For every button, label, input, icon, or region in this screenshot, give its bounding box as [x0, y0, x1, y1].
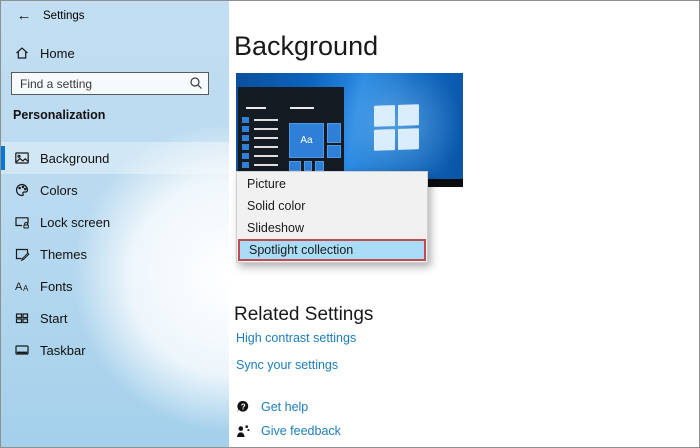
background-type-dropdown: Picture Solid color Slideshow Spotlight …: [236, 171, 428, 263]
dropdown-option-solid-color[interactable]: Solid color: [237, 195, 427, 217]
search-icon: [190, 77, 202, 89]
sidebar-item-label: Taskbar: [40, 342, 86, 358]
sidebar-item-home[interactable]: Home: [1, 41, 229, 65]
fonts-icon: A A: [15, 281, 29, 293]
dropdown-option-spotlight-collection[interactable]: Spotlight collection: [238, 239, 426, 261]
back-button[interactable]: ←: [13, 6, 35, 26]
sidebar-item-label: Themes: [40, 246, 87, 262]
windows-logo-icon: [374, 104, 419, 151]
sidebar-home-label: Home: [40, 45, 75, 61]
sync-your-settings-link[interactable]: Sync your settings: [236, 358, 338, 372]
svg-text:A: A: [15, 281, 23, 293]
get-help-label: Get help: [261, 400, 309, 414]
sidebar-item-background[interactable]: Background: [1, 142, 229, 174]
sidebar-item-themes[interactable]: Themes: [1, 238, 229, 270]
background-preview-image: Aa: [236, 73, 463, 187]
palette-icon: [15, 183, 29, 197]
sidebar-item-label: Lock screen: [40, 214, 111, 230]
sidebar-item-fonts[interactable]: A A Fonts: [1, 270, 229, 302]
settings-window: ← Settings Home Personalization Backgrou…: [0, 0, 700, 448]
svg-text:?: ?: [241, 403, 246, 412]
home-icon: [16, 47, 28, 59]
window-title: Settings: [43, 10, 85, 22]
give-feedback-link[interactable]: Give feedback: [236, 424, 341, 438]
high-contrast-settings-link[interactable]: High contrast settings: [236, 331, 356, 345]
sidebar-nav: Background Colors Lock screen Themes A A…: [1, 142, 229, 366]
sidebar-item-taskbar[interactable]: Taskbar: [1, 334, 229, 366]
give-feedback-label: Give feedback: [261, 424, 341, 438]
related-settings-heading: Related Settings: [234, 304, 374, 325]
sidebar-item-label: Background: [40, 150, 110, 166]
start-grid-icon: [15, 313, 29, 324]
sidebar-item-colors[interactable]: Colors: [1, 174, 229, 206]
svg-text:A: A: [23, 284, 29, 293]
start-menu-preview: Aa: [238, 87, 344, 179]
dropdown-option-picture[interactable]: Picture: [237, 173, 427, 195]
start-tile-aa: Aa: [289, 123, 324, 158]
dropdown-option-slideshow[interactable]: Slideshow: [237, 217, 427, 239]
sidebar-item-label: Fonts: [40, 278, 73, 294]
taskbar-icon: [15, 345, 29, 355]
sidebar-item-label: Start: [40, 310, 68, 326]
search-box: [11, 72, 209, 95]
page-title: Background: [234, 31, 379, 61]
themes-icon: [15, 248, 30, 262]
lock-screen-icon: [15, 217, 29, 229]
get-help-link[interactable]: ? Get help: [236, 400, 308, 414]
sidebar: ← Settings Home Personalization Backgrou…: [1, 1, 229, 447]
sidebar-item-start[interactable]: Start: [1, 302, 229, 334]
sidebar-item-label: Colors: [40, 182, 78, 198]
give-feedback-icon: [237, 425, 250, 437]
sidebar-item-lock-screen[interactable]: Lock screen: [1, 206, 229, 238]
main-content: Background Aa Picture Solid color Slides…: [229, 1, 699, 447]
get-help-icon: ?: [237, 400, 249, 413]
image-icon: [15, 152, 29, 164]
search-input[interactable]: [11, 72, 209, 95]
section-header: Personalization: [13, 108, 106, 122]
